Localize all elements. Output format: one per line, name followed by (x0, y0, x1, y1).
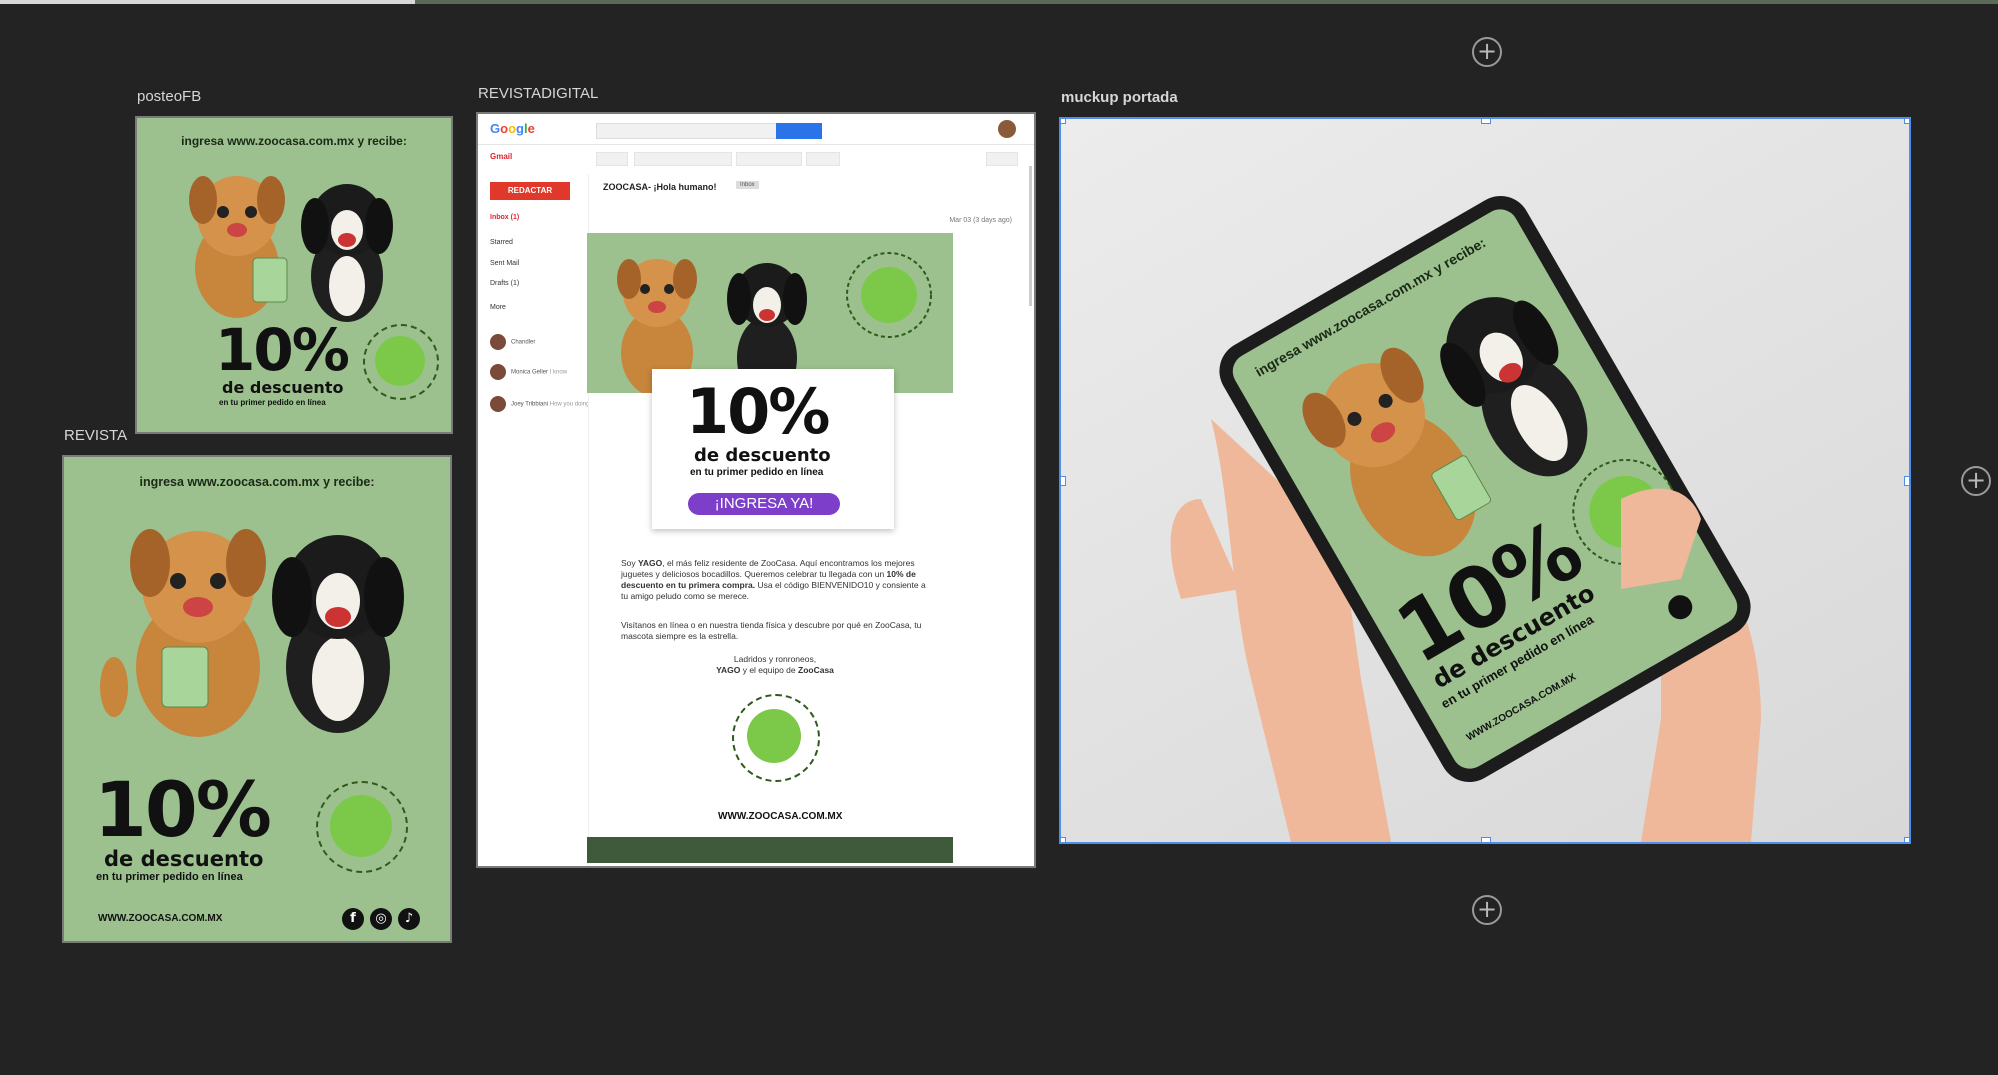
discount-text: de descuento (104, 847, 264, 871)
instagram-icon: ◎ (370, 908, 392, 930)
tiktok-icon: ♪ (398, 908, 420, 930)
contact-name: Joey Tribbiani (511, 401, 549, 408)
text-bold: YAGO (716, 665, 741, 675)
resize-handle[interactable] (1904, 119, 1909, 124)
artboard-label-posteofb[interactable]: posteoFB (137, 88, 201, 105)
toolbar-button[interactable] (806, 152, 840, 166)
discount-percent: 10% (686, 375, 830, 448)
artboard-label-revistadigital[interactable]: REVISTADIGITAL (478, 85, 598, 102)
discount-text: de descuento (694, 445, 831, 466)
contact-chandler[interactable]: Chandler (490, 334, 535, 350)
top-strip-light (0, 0, 415, 4)
email-paragraph-2: Visítanos en línea o en nuestra tienda f… (621, 620, 922, 641)
nav-more[interactable]: More (490, 304, 506, 311)
google-logo: Google (490, 121, 535, 136)
first-order-text: en tu primer pedido en línea (690, 467, 824, 478)
cta-button[interactable]: ¡INGRESA YA! (688, 493, 840, 515)
top-strip-dark (415, 0, 1998, 4)
discount-card: 10% de descuento en tu primer pedido en … (652, 369, 894, 529)
zoocasa-logo-ring (363, 324, 439, 400)
resize-handle[interactable] (1904, 837, 1909, 842)
email-date: Mar 03 (3 days ago) (949, 217, 1012, 224)
contact-avatar (490, 334, 506, 350)
contact-monica[interactable]: Monica Geller I know (490, 364, 567, 380)
search-button[interactable] (776, 123, 822, 139)
first-order-text: en tu primer pedido en línea (219, 398, 326, 407)
discount-percent: 10% (94, 765, 272, 854)
text: Soy (621, 558, 639, 568)
contact-status: How you doing (549, 401, 590, 408)
gmail-topbar: Google (478, 114, 1034, 145)
toolbar-button[interactable] (596, 152, 628, 166)
zoocasa-logo-ring (316, 781, 408, 873)
email-paragraph-1: Soy YAGO, el más feliz residente de ZooC… (621, 558, 929, 602)
artboard-revistadigital[interactable]: Google Gmail REDACTAR Inbox (1) Starred … (476, 112, 1036, 868)
poster-header: ingresa www.zoocasa.com.mx y recibe: (139, 475, 375, 489)
avatar[interactable] (998, 120, 1016, 138)
resize-handle[interactable] (1481, 837, 1491, 842)
resize-handle[interactable] (1481, 119, 1491, 124)
site-url[interactable]: WWW.ZOOCASA.COM.MX (718, 811, 842, 822)
email-signoff: Ladridos y ronroneos, (733, 654, 817, 664)
text-bold: ZooCasa (798, 665, 834, 675)
email-footer (587, 837, 953, 863)
tablet-mockup-illustration: ingresa www.zoocasa.com.mx y recibe: 10%… (1170, 195, 1761, 842)
nav-drafts[interactable]: Drafts (1) (490, 280, 519, 287)
toolbar-button[interactable] (986, 152, 1018, 166)
artboard-posteofb[interactable]: ingresa www.zoocasa.com.mx y recibe: 10%… (135, 116, 453, 434)
dog-illustration (100, 529, 404, 737)
first-order-text: en tu primer pedido en línea (96, 871, 243, 883)
text-bold: YAGO (638, 558, 663, 568)
artboard-label-revista[interactable]: REVISTA (64, 427, 127, 444)
compose-button[interactable]: REDACTAR (490, 182, 570, 200)
nav-starred[interactable]: Starred (490, 239, 513, 246)
add-artboard-icon[interactable]: + (1472, 37, 1502, 67)
scrollbar[interactable] (1029, 166, 1032, 306)
resize-handle[interactable] (1904, 476, 1909, 486)
dog-illustration (189, 176, 393, 322)
artboard-revista[interactable]: ingresa www.zoocasa.com.mx y recibe: 10%… (62, 455, 452, 943)
poster-header: ingresa www.zoocasa.com.mx y recibe: (181, 134, 407, 148)
resize-handle[interactable] (1061, 476, 1066, 486)
site-url: WWW.ZOOCASA.COM.MX (98, 913, 223, 924)
discount-text: de descuento (222, 378, 344, 397)
contact-name: Monica Geller (511, 369, 549, 376)
nav-sent[interactable]: Sent Mail (490, 260, 519, 267)
text: , el más feliz residente de ZooCasa. Aqu… (621, 558, 915, 579)
artboard-mockup[interactable]: ingresa www.zoocasa.com.mx y recibe: 10%… (1059, 117, 1911, 844)
inbox-badge[interactable]: Inbox (736, 181, 759, 189)
add-artboard-icon[interactable]: + (1961, 466, 1991, 496)
resize-handle[interactable] (1061, 837, 1066, 842)
artboard-label-mockup[interactable]: muckup portada (1061, 89, 1178, 106)
contact-name: Chandler (511, 339, 536, 346)
contact-avatar (490, 364, 506, 380)
email-subject: ZOOCASA- ¡Hola humano! (603, 182, 717, 192)
discount-percent: 10% (215, 316, 350, 384)
gmail-label[interactable]: Gmail (490, 152, 512, 161)
toolbar-button[interactable] (736, 152, 802, 166)
text: y el equipo de (740, 665, 798, 675)
search-input[interactable] (596, 123, 778, 139)
zoocasa-logo-ring (732, 694, 820, 782)
toolbar-button[interactable] (634, 152, 732, 166)
facebook-icon: f (342, 908, 364, 930)
nav-inbox[interactable]: Inbox (1) (490, 214, 519, 221)
email-signature: YAGO y el equipo de ZooCasa (621, 665, 929, 676)
contact-avatar (490, 396, 506, 412)
contact-joey[interactable]: Joey Tribbiani How you doing (490, 396, 589, 412)
resize-handle[interactable] (1061, 119, 1066, 124)
add-artboard-icon[interactable]: + (1472, 895, 1502, 925)
contact-status: I know (549, 369, 568, 376)
